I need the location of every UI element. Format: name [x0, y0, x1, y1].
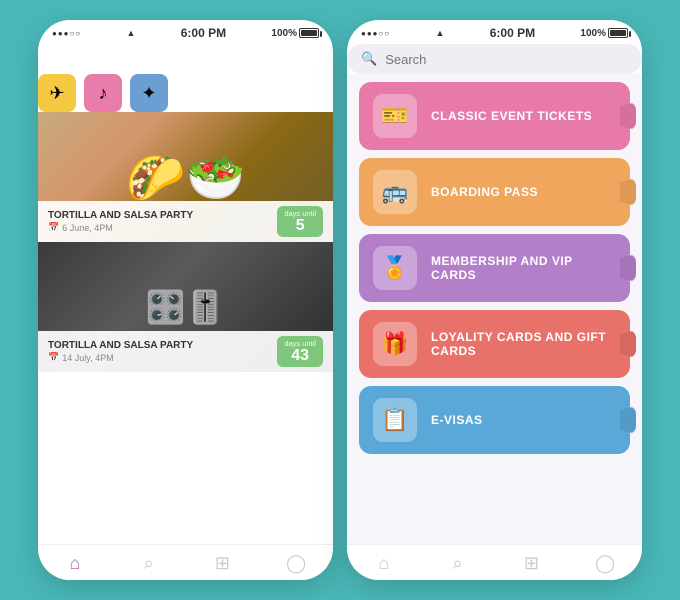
category-icon-membership: 🏅 — [373, 246, 417, 290]
nav-search-left[interactable]: ⌕ — [112, 553, 186, 574]
nav-home-left[interactable]: ⌂ — [38, 553, 112, 574]
bottom-nav-left: ⌂ ⌕ ⊞ ◯ — [38, 544, 333, 580]
category-icon-music[interactable]: ♪ — [84, 74, 122, 112]
nav-add-left[interactable]: ⊞ — [186, 553, 260, 574]
category-label-evisas: E-VISAS — [431, 413, 483, 427]
nav-user-left[interactable]: ◯ — [259, 553, 333, 574]
battery-icon — [299, 28, 319, 38]
filter-tab-all[interactable]: ALL — [38, 44, 81, 64]
category-card-loyalty[interactable]: 🎁 LOYALITY CARDS AND GIFT CARDS — [359, 310, 630, 378]
event-card-2[interactable]: 🎛️🎚️ TORTILLA AND SALSA PARTY 📅 14 July,… — [38, 242, 333, 372]
search-input[interactable] — [385, 52, 628, 67]
category-card-membership[interactable]: 🏅 MEMBERSHIP AND VIP CARDS — [359, 234, 630, 302]
categories-list: 🎫 CLASSIC EVENT TICKETS 🚌 BOARDING PASS … — [347, 74, 642, 544]
days-label-1: days until — [284, 209, 316, 218]
category-icon-evisas: 📋 — [373, 398, 417, 442]
event-details-1: TORTILLA AND SALSA PARTY 📅 6 June, 4PM — [48, 210, 193, 233]
left-phone-header: ALL ThiS WeEK THIS MONTH ✈ ♪ ✦ — [38, 44, 333, 112]
nav-user-right[interactable]: ◯ — [568, 553, 642, 574]
filter-tabs: ALL ThiS WeEK THIS MONTH — [38, 44, 333, 64]
wifi-icon: ▲ — [126, 28, 135, 38]
phones-container: ●●●○○ ▲ 6:00 PM 100% ALL ThiS WeEK THIS … — [38, 20, 642, 580]
days-badge-1: days until 5 — [277, 206, 323, 237]
search-bar[interactable]: 🔍 — [347, 44, 642, 74]
right-phone: ●●●○○ ▲ 6:00 PM 100% 🔍 🎫 CLASSIC EVENT T… — [347, 20, 642, 580]
calendar-icon-2: 📅 — [48, 352, 59, 363]
event-details-2: TORTILLA AND SALSA PARTY 📅 14 July, 4PM — [48, 340, 193, 363]
filter-tab-thisweek[interactable]: ThiS WeEK — [89, 44, 172, 64]
category-icon-boarding: 🚌 — [373, 170, 417, 214]
right-phone-header: 🔍 — [347, 44, 642, 74]
left-phone: ●●●○○ ▲ 6:00 PM 100% ALL ThiS WeEK THIS … — [38, 20, 333, 580]
battery-display-right: 100% — [580, 28, 628, 39]
filter-tab-thismonth[interactable]: THIS MONTH — [180, 44, 273, 64]
category-label-membership: MEMBERSHIP AND VIP CARDS — [431, 254, 616, 282]
calendar-icon-1: 📅 — [48, 222, 59, 233]
category-icon-loyalty: 🎁 — [373, 322, 417, 366]
events-list: 🌮🥗 TORTILLA AND SALSA PARTY 📅 6 June, 4P… — [38, 112, 333, 544]
status-bar-left: ●●●○○ ▲ 6:00 PM 100% — [38, 20, 333, 44]
time-display-right: 6:00 PM — [490, 26, 535, 40]
event-info-2: TORTILLA AND SALSA PARTY 📅 14 July, 4PM … — [38, 331, 333, 372]
days-num-1: 5 — [284, 218, 316, 234]
category-label-boarding: BOARDING PASS — [431, 185, 538, 199]
time-display: 6:00 PM — [181, 26, 226, 40]
event-title-1: TORTILLA AND SALSA PARTY — [48, 210, 193, 221]
event-date-2: 📅 14 July, 4PM — [48, 352, 193, 363]
nav-search-right[interactable]: ⌕ — [421, 553, 495, 574]
days-label-2: days until — [284, 339, 316, 348]
days-badge-2: days until 43 — [277, 336, 323, 367]
bottom-nav-right: ⌂ ⌕ ⊞ ◯ — [347, 544, 642, 580]
signal-dots-right: ●●●○○ — [361, 29, 390, 38]
category-icon-plane[interactable]: ✈ — [38, 74, 76, 112]
category-label-loyalty: LOYALITY CARDS AND GIFT CARDS — [431, 330, 616, 358]
category-label-classic: CLASSIC EVENT TICKETS — [431, 109, 592, 123]
search-icon: 🔍 — [361, 51, 377, 67]
category-card-boarding[interactable]: 🚌 BOARDING PASS — [359, 158, 630, 226]
event-title-2: TORTILLA AND SALSA PARTY — [48, 340, 193, 351]
category-card-evisas[interactable]: 📋 E-VISAS — [359, 386, 630, 454]
event-card-1[interactable]: 🌮🥗 TORTILLA AND SALSA PARTY 📅 6 June, 4P… — [38, 112, 333, 242]
category-icon-classic: 🎫 — [373, 94, 417, 138]
category-icon-star[interactable]: ✦ — [130, 74, 168, 112]
status-bar-right: ●●●○○ ▲ 6:00 PM 100% — [347, 20, 642, 44]
nav-home-right[interactable]: ⌂ — [347, 553, 421, 574]
battery-display: 100% — [271, 28, 319, 39]
event-date-1: 📅 6 June, 4PM — [48, 222, 193, 233]
days-num-2: 43 — [284, 348, 316, 364]
category-card-classic[interactable]: 🎫 CLASSIC EVENT TICKETS — [359, 82, 630, 150]
event-info-1: TORTILLA AND SALSA PARTY 📅 6 June, 4PM d… — [38, 201, 333, 242]
nav-add-right[interactable]: ⊞ — [495, 553, 569, 574]
signal-dots: ●●●○○ — [52, 29, 81, 38]
category-icons: ✈ ♪ ✦ — [38, 74, 333, 112]
battery-icon-right — [608, 28, 628, 38]
wifi-icon-right: ▲ — [435, 28, 444, 38]
